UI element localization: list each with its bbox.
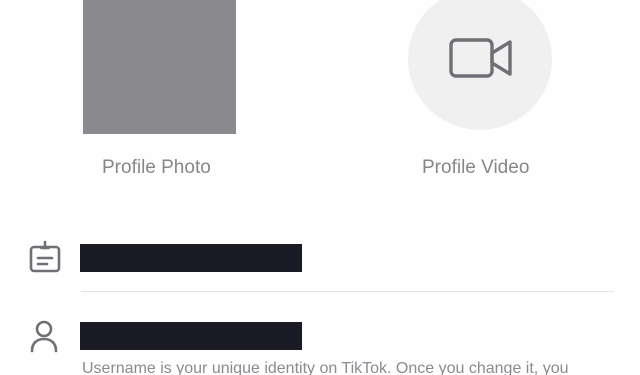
edit-profile-screen: Profile Photo Profile Video Username is … xyxy=(0,0,640,375)
profile-photo-label[interactable]: Profile Photo xyxy=(102,157,211,179)
person-icon xyxy=(30,320,58,353)
name-field-redacted[interactable] xyxy=(80,244,302,272)
id-card-icon xyxy=(29,240,61,273)
username-helper-text: Username is your unique identity on TikT… xyxy=(82,360,569,375)
video-camera-icon xyxy=(449,38,512,78)
profile-video-label[interactable]: Profile Video xyxy=(422,157,529,179)
username-field-redacted[interactable] xyxy=(80,322,302,350)
field-divider xyxy=(81,291,614,292)
profile-photo-thumbnail[interactable] xyxy=(83,0,236,134)
